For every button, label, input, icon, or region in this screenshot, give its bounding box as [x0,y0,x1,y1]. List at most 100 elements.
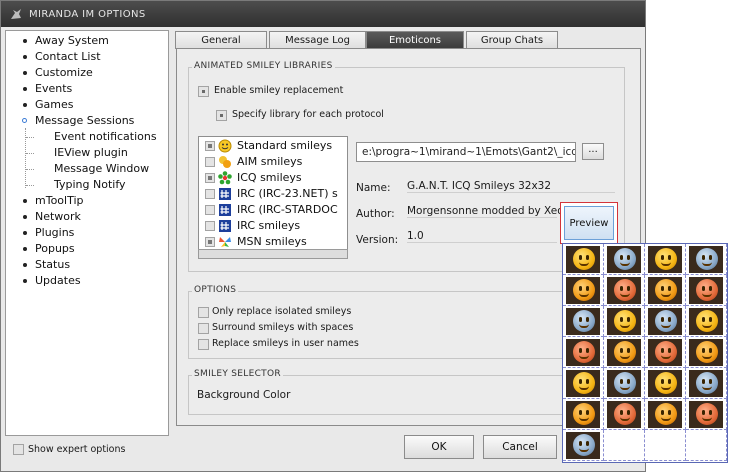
smiley-cell[interactable] [686,244,727,275]
tree-item-label: Message Sessions [35,114,135,127]
library-checkbox[interactable] [205,157,215,167]
tab-emoticons[interactable]: Emoticons [366,31,464,49]
option-checkbox[interactable] [198,307,209,318]
smiley-cell[interactable] [604,275,645,306]
irc-icon [218,203,232,217]
smiley-mouth [620,293,630,297]
smiley-cell[interactable] [563,368,604,399]
smiley-cell[interactable] [604,306,645,337]
tab-general[interactable]: General [175,31,267,49]
preview-button-label: Preview [564,206,614,240]
smiley-mouth [702,262,712,266]
smiley-tile [566,370,600,397]
library-list-item[interactable]: IRC smileys [199,218,339,234]
smiley-cell[interactable] [645,244,686,275]
smiley-cell[interactable] [563,337,604,368]
smiley-cell[interactable] [645,306,686,337]
smiley-tile [607,401,641,428]
smiley-cell[interactable] [645,368,686,399]
background-color-label[interactable]: Background Color [197,389,290,401]
library-path-input[interactable]: e:\progra~1\mirand~1\Emots\Gant2\_icq.as [356,142,576,162]
smiley-mouth [702,386,712,390]
tree-item-label: Events [35,82,73,95]
cancel-button[interactable]: Cancel [483,435,557,459]
version-label: Version: [356,234,399,246]
show-expert-label: Show expert options [28,444,126,455]
library-list-item[interactable]: IRC (IRC-23.NET) s [199,186,339,202]
smiley-cell[interactable] [563,244,604,275]
tab-message-log[interactable]: Message Log [269,31,366,49]
smiley-cell[interactable] [563,306,604,337]
ok-button[interactable]: OK [404,435,474,459]
smiley-cell[interactable] [645,337,686,368]
tree-item-label: Status [35,258,71,271]
library-checkbox[interactable] [205,141,215,151]
smiley-mouth [620,417,630,421]
library-list-item[interactable]: MSN smileys [199,234,339,250]
smiley-cell[interactable] [686,430,727,461]
smiley-face-icon [655,403,677,425]
window-title: MIRANDA IM OPTIONS [29,8,146,20]
smiley-cell[interactable] [604,244,645,275]
tree-bullet-icon [23,215,27,219]
smiley-cell[interactable] [563,399,604,430]
specify-library-checkbox[interactable] [216,110,227,121]
smiley-tile [607,277,641,304]
smiley-cell[interactable] [563,430,604,461]
icq-flower-icon [218,171,232,185]
preview-button[interactable]: Preview [560,202,618,244]
smiley-cell[interactable] [686,275,727,306]
option-checkbox[interactable] [198,323,209,334]
options-title: OPTIONS [192,285,239,295]
library-checkbox[interactable] [205,237,215,247]
option-checkbox[interactable] [198,339,209,350]
library-list[interactable]: Standard smileys AIM smileys ICQ smileys IR… [198,136,348,259]
library-checkbox[interactable] [205,173,215,183]
library-list-scrollbar[interactable] [198,249,348,259]
tab-group-chats[interactable]: Group Chats [466,31,558,49]
smiley-mouth [702,293,712,297]
smiley-mouth [620,324,630,328]
smiley-cell[interactable] [686,337,727,368]
smiley-tile [689,339,723,366]
library-checkbox[interactable] [205,189,215,199]
smiley-cell[interactable] [686,306,727,337]
smiley-cell[interactable] [645,275,686,306]
smiley-cell[interactable] [686,399,727,430]
tree-expand-icon [22,118,27,123]
show-expert-checkbox[interactable] [13,444,24,455]
smiley-cell[interactable] [645,399,686,430]
library-item-label: IRC (IRC-23.NET) s [237,187,338,200]
smiley-mouth [661,386,671,390]
smiley-mouth [579,293,589,297]
title-bar[interactable]: MIRANDA IM OPTIONS [1,1,645,27]
smiley-cell[interactable] [686,368,727,399]
smiley-cell[interactable] [604,399,645,430]
smiley-face-icon [696,403,718,425]
smiley-tile [566,246,600,273]
library-list-item[interactable]: AIM smileys [199,154,339,170]
smiley-cell[interactable] [604,430,645,461]
browse-button[interactable]: ... [582,143,604,160]
smiley-face-icon [696,341,718,363]
smiley-tile [566,401,600,428]
library-checkbox[interactable] [205,205,215,215]
library-list-item[interactable]: IRC (IRC-STARDOC [199,202,339,218]
smiley-cell[interactable] [604,368,645,399]
smiley-face-icon [696,310,718,332]
tree-item-label: Popups [35,242,75,255]
smiley-mouth [620,262,630,266]
library-list-item[interactable]: ICQ smileys [199,170,339,186]
smiley-tile [607,308,641,335]
tree-connector [26,169,34,170]
enable-smiley-checkbox[interactable] [198,86,209,97]
library-checkbox[interactable] [205,221,215,231]
smiley-tile [689,308,723,335]
smiley-tile [607,246,641,273]
smiley-face-icon [573,372,595,394]
smiley-mouth [661,324,671,328]
smiley-cell[interactable] [645,430,686,461]
smiley-cell[interactable] [604,337,645,368]
smiley-cell[interactable] [563,275,604,306]
library-list-item[interactable]: Standard smileys [199,138,339,154]
